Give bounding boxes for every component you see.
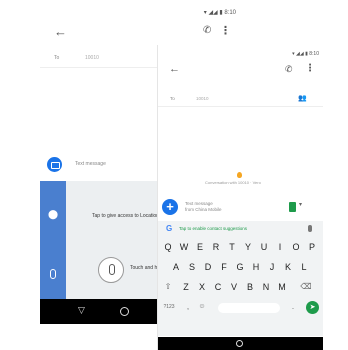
key[interactable]: E [193,238,207,256]
compose-input[interactable]: Text message [75,161,106,167]
location-prompt[interactable]: Tap to give access to Location [92,213,159,219]
key[interactable]: R [209,238,223,256]
attachment-type-strip: ⬤ [40,181,66,299]
emoji-icon[interactable]: ☺ [195,298,209,316]
status-bar: ▾ ◢◢ ▮ 8:10 [40,0,242,22]
key[interactable]: U [257,238,271,256]
call-icon[interactable]: ✆ [285,64,293,75]
status-icons: ▾ ◢◢ ▮ [292,51,310,57]
key[interactable]: X [195,278,209,296]
app-bar: ← ✆ ⋮ [158,61,323,81]
compose-bar: + Text message from China Mobile ▾ [158,195,323,219]
period-key[interactable]: . [286,298,300,316]
location-pin-icon[interactable]: ⬤ [48,209,58,220]
key[interactable]: T [225,238,239,256]
add-icon[interactable]: + [162,199,178,215]
keyboard: Q W E R T Y U I O P A S D F G H J K L ⇧ … [158,236,323,336]
nav-home-icon[interactable] [236,340,243,347]
key[interactable]: S [185,258,199,276]
send-icon[interactable]: ➤ [306,301,319,314]
compose-input[interactable]: Text message from China Mobile [185,201,222,213]
key[interactable]: O [289,238,303,256]
status-bar: ▾ ◢◢ ▮ 8:10 [158,45,323,61]
keyboard-suggestion-bar: G Tap to enable contact suggestions [158,221,323,236]
key[interactable]: I [273,238,287,256]
sim-icon[interactable] [289,202,296,212]
navigation-bar [158,337,323,350]
nav-back-icon[interactable]: ▽ [78,305,85,316]
arrow-back-icon[interactable]: ← [169,63,180,75]
key[interactable]: J [265,258,279,276]
recipient-chip[interactable]: 10010 [85,55,99,61]
keyboard-row-3: ⇧ Z X C V B N M ⌫ [158,278,323,296]
record-audio-button[interactable] [98,257,124,283]
comma-key[interactable]: , [181,298,195,316]
key[interactable]: W [177,238,191,256]
key[interactable]: P [305,238,319,256]
mic-icon[interactable] [50,269,56,279]
symbols-key[interactable]: ?123 [161,298,177,316]
key[interactable]: Z [179,278,193,296]
shift-icon[interactable]: ⇧ [161,278,175,296]
key[interactable]: N [259,278,273,296]
recipient-row[interactable]: To 10010 👥 [158,89,323,107]
spark-icon [237,172,242,178]
key[interactable]: G [233,258,247,276]
recipient-chip[interactable]: 10010 [196,96,209,101]
status-icons: ▾ ◢◢ ▮ [203,10,225,16]
message-icon[interactable] [47,157,62,172]
key[interactable]: D [201,258,215,276]
keyboard-row-2: A S D F G H J K L [158,258,323,276]
front-phone-screen: ▾ ◢◢ ▮ 8:10 ← ✆ ⋮ To 10010 👥 Conversatio… [157,45,323,350]
key[interactable]: Q [161,238,175,256]
compose-sim-label: from China Mobile [185,207,222,212]
key[interactable]: B [243,278,257,296]
key[interactable]: K [281,258,295,276]
key[interactable]: Y [241,238,255,256]
backspace-icon[interactable]: ⌫ [299,278,313,296]
nav-home-icon[interactable] [120,307,129,316]
status-time: 8:10 [224,10,236,16]
mic-icon[interactable] [308,225,312,232]
key[interactable]: F [217,258,231,276]
keyboard-row-4: ?123 , ☺ . ➤ [158,298,323,316]
contact-suggestion-prompt[interactable]: Tap to enable contact suggestions [179,226,247,231]
more-vert-icon[interactable]: ⋮ [220,24,231,37]
arrow-back-icon[interactable]: ← [54,24,67,39]
keyboard-row-1: Q W E R T Y U I O P [158,238,323,256]
people-icon[interactable]: 👥 [298,94,307,102]
key[interactable]: M [275,278,289,296]
app-bar: ← ✆ ⋮ [40,22,242,44]
key[interactable]: V [227,278,241,296]
chevron-down-icon[interactable]: ▾ [299,201,302,208]
key[interactable]: C [211,278,225,296]
more-vert-icon[interactable]: ⋮ [305,63,315,74]
conversation-info: Conversation with 10010 · Vero [205,180,261,185]
status-time: 8:10 [309,51,319,57]
call-icon[interactable]: ✆ [203,25,211,36]
key[interactable]: A [169,258,183,276]
key[interactable]: L [297,258,311,276]
space-key[interactable] [218,303,280,313]
to-label: To [170,96,175,101]
key[interactable]: H [249,258,263,276]
google-icon[interactable]: G [166,224,172,233]
to-label: To [54,55,60,61]
